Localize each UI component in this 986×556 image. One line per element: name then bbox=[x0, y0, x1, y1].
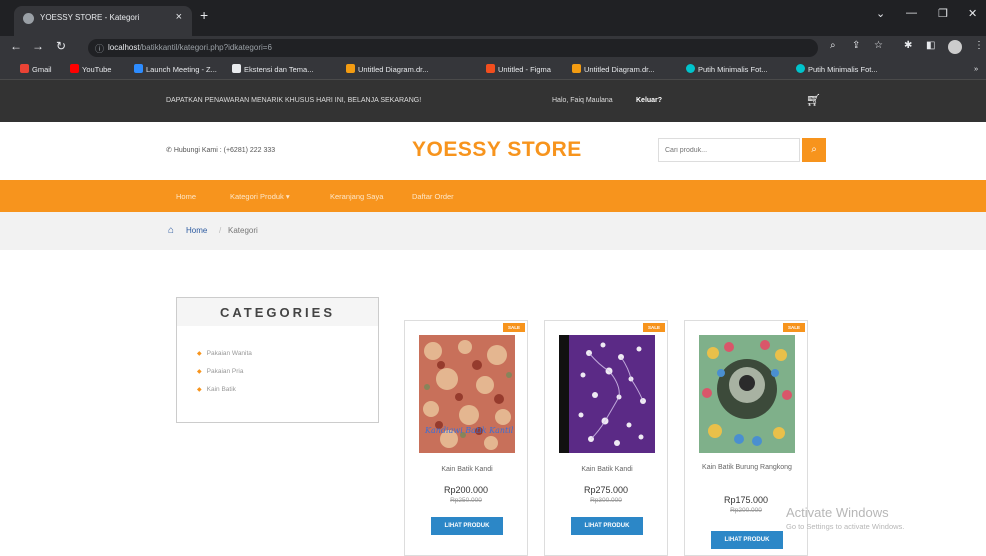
logout-link[interactable]: Keluar? bbox=[636, 97, 662, 104]
bookmark-diagram-2[interactable]: Untitled Diagram.dr... bbox=[572, 64, 654, 74]
bookmark-launch-meeting[interactable]: Launch Meeting - Z... bbox=[134, 64, 217, 74]
reload-icon[interactable]: ↻ bbox=[56, 39, 66, 53]
site-header: ✆ Hubungi Kami : (+6281) 222 333 YOESSY … bbox=[0, 122, 986, 180]
categories-panel: CATEGORIES Pakaian Wanita Pakaian Pria K… bbox=[176, 297, 379, 423]
forward-icon[interactable]: → bbox=[32, 39, 44, 53]
view-product-button[interactable]: LIHAT PRODUK bbox=[571, 517, 643, 535]
breadcrumb-current: Kategori bbox=[228, 226, 258, 235]
brand-logo[interactable]: YOESSY STORE bbox=[412, 138, 582, 162]
site-topbar: DAPATKAN PENAWARAN MENARIK KHUSUS HARI I… bbox=[0, 80, 986, 122]
address-bar-row: ← → ↻ ⓘ localhost/batikkantil/kategori.p… bbox=[0, 36, 986, 60]
main-nav: Home Kategori Produk ▾ Keranjang Saya Da… bbox=[0, 180, 986, 212]
sale-badge: SALE bbox=[503, 323, 525, 332]
product-price: Rp275.000 bbox=[583, 485, 629, 495]
star-icon[interactable]: ☆ bbox=[874, 40, 883, 51]
promo-text: DAPATKAN PENAWARAN MENARIK KHUSUS HARI I… bbox=[166, 97, 422, 104]
sale-badge: SALE bbox=[643, 323, 665, 332]
product-name: Kain Batik Kandi bbox=[441, 466, 493, 473]
bookmarks-bar: Gmail YouTube Launch Meeting - Z... Ekst… bbox=[0, 60, 986, 80]
extensions-icon[interactable]: ✱ bbox=[904, 40, 912, 51]
nav-kategori-produk[interactable]: Kategori Produk ▾ bbox=[230, 192, 290, 201]
bookmark-youtube[interactable]: YouTube bbox=[70, 64, 111, 74]
cart-icon[interactable]: 🛒︎ bbox=[806, 93, 821, 107]
view-product-button[interactable]: LIHAT PRODUK bbox=[711, 531, 783, 549]
product-name: Kain Batik Burung Rangkong bbox=[702, 464, 792, 471]
sidepanel-icon[interactable]: ◧ bbox=[926, 40, 935, 51]
globe-icon bbox=[23, 13, 34, 24]
image-caption: Kandiawi Batik Kantil bbox=[424, 426, 514, 435]
product-image-batik-rangkong[interactable] bbox=[699, 335, 795, 453]
phone-icon: ✆ bbox=[166, 147, 174, 154]
breadcrumb: ⌂ Home / Kategori bbox=[0, 212, 986, 250]
zoom-icon[interactable]: ⌕ bbox=[830, 40, 836, 51]
category-pakaian-wanita[interactable]: Pakaian Wanita bbox=[197, 350, 252, 357]
product-name: Kain Batik Kandi bbox=[581, 466, 633, 473]
bookmark-ekstensi[interactable]: Ekstensi dan Tema... bbox=[232, 64, 313, 74]
bookmark-putih-1[interactable]: Putih Minimalis Fot... bbox=[686, 64, 768, 74]
category-kain-batik[interactable]: Kain Batik bbox=[197, 386, 236, 393]
activate-windows-watermark: Activate Windows Go to Settings to activ… bbox=[786, 505, 904, 531]
product-card: SALE Kain Batik Kandi Rp275.000 Rp300.00… bbox=[544, 320, 668, 556]
restore-icon[interactable]: ❐ bbox=[938, 7, 948, 20]
product-image-batik-purple[interactable] bbox=[559, 335, 655, 453]
menu-icon[interactable]: ⋮ bbox=[974, 40, 984, 51]
bookmark-figma[interactable]: Untitled - Figma bbox=[486, 64, 551, 74]
minimize-icon[interactable]: — bbox=[906, 7, 917, 19]
product-price: Rp175.000 bbox=[723, 495, 769, 505]
search-icon: ⌕ bbox=[811, 144, 817, 155]
url-host: localhost bbox=[108, 43, 140, 52]
browser-tab-strip: YOESSY STORE - Kategori × + ⌄ — ❐ ✕ bbox=[0, 0, 986, 36]
close-icon[interactable]: × bbox=[176, 11, 182, 23]
close-window-icon[interactable]: ✕ bbox=[968, 7, 977, 20]
categories-heading: CATEGORIES bbox=[177, 298, 378, 326]
view-product-button[interactable]: LIHAT PRODUK bbox=[431, 517, 503, 535]
bookmark-diagram-1[interactable]: Untitled Diagram.dr... bbox=[346, 64, 428, 74]
watermark-title: Activate Windows bbox=[786, 505, 889, 520]
nav-home[interactable]: Home bbox=[176, 192, 196, 201]
chevron-down-icon[interactable]: ⌄ bbox=[876, 7, 885, 20]
url-field[interactable]: ⓘ localhost/batikkantil/kategori.php?idk… bbox=[88, 39, 818, 57]
browser-tab[interactable]: YOESSY STORE - Kategori × bbox=[14, 6, 192, 36]
breadcrumb-home[interactable]: Home bbox=[186, 226, 207, 235]
greeting-text: Halo, Faiq Maulana bbox=[552, 97, 613, 104]
profile-avatar[interactable] bbox=[948, 40, 962, 54]
sale-badge: SALE bbox=[783, 323, 805, 332]
category-pakaian-pria[interactable]: Pakaian Pria bbox=[197, 368, 244, 375]
product-old-price: Rp250.000 bbox=[450, 497, 482, 504]
new-tab-icon[interactable]: + bbox=[200, 7, 208, 23]
contact-info: ✆ Hubungi Kami : (+6281) 222 333 bbox=[166, 147, 276, 154]
product-price: Rp200.000 bbox=[443, 485, 489, 495]
watermark-subtitle: Go to Settings to activate Windows. bbox=[786, 522, 905, 531]
product-old-price: Rp300.000 bbox=[590, 497, 622, 504]
product-image-batik-red[interactable]: Kandiawi Batik Kantil bbox=[419, 335, 515, 453]
share-icon[interactable]: ⇪ bbox=[852, 40, 860, 51]
bookmark-gmail[interactable]: Gmail bbox=[20, 64, 52, 74]
more-bookmarks-icon[interactable]: » bbox=[974, 64, 978, 73]
product-card: SALE Kandiawi Batik Kantil Kain Batik Ka… bbox=[404, 320, 528, 556]
nav-keranjang[interactable]: Keranjang Saya bbox=[330, 192, 383, 201]
search-input[interactable] bbox=[658, 138, 800, 162]
bookmark-putih-2[interactable]: Putih Minimalis Fot... bbox=[796, 64, 878, 74]
info-icon[interactable]: ⓘ bbox=[95, 42, 104, 55]
url-path: /batikkantil/kategori.php?idkategori=6 bbox=[139, 43, 272, 52]
back-icon[interactable]: ← bbox=[10, 39, 22, 53]
search-button[interactable]: ⌕ bbox=[802, 138, 826, 162]
tab-title: YOESSY STORE - Kategori bbox=[40, 13, 140, 22]
nav-daftar-order[interactable]: Daftar Order bbox=[412, 192, 454, 201]
home-icon: ⌂ bbox=[168, 225, 175, 236]
breadcrumb-separator: / bbox=[219, 226, 222, 235]
